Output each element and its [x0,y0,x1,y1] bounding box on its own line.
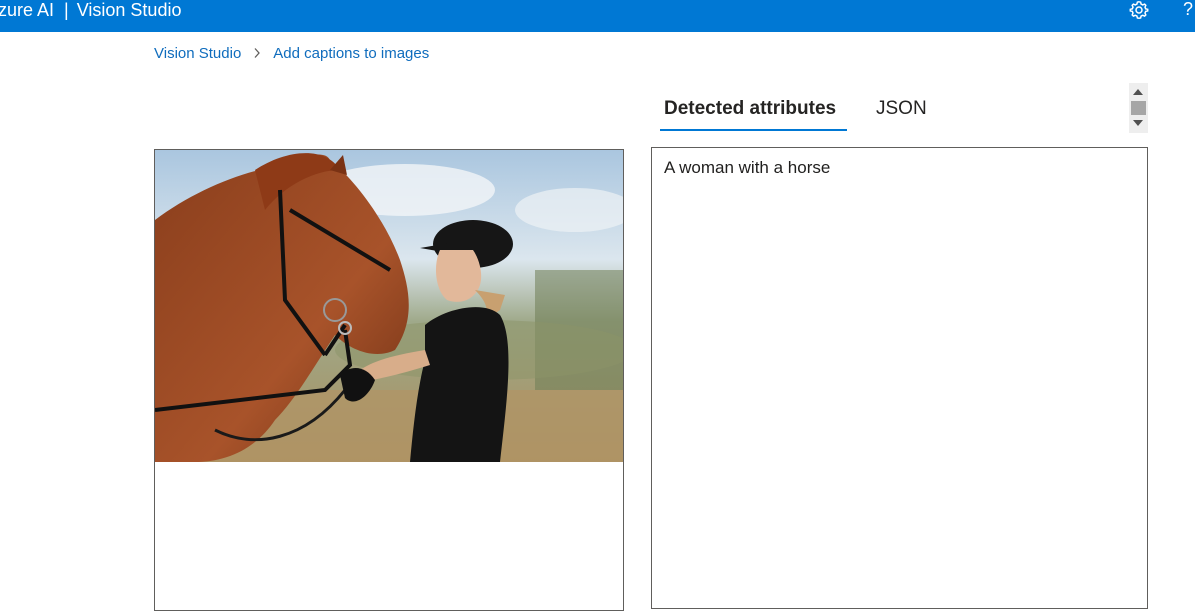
brand-name: zure AI [0,0,55,20]
image-preview-panel [154,149,624,611]
scrollbar-thumb[interactable] [1131,101,1146,115]
tab-detected-attributes[interactable]: Detected attributes [664,92,836,132]
app-brand: zure AI | Vision Studio [0,0,181,22]
chevron-right-icon [253,47,261,59]
breadcrumb-add-captions[interactable]: Add captions to images [273,45,429,62]
top-bar: zure AI | Vision Studio ? [0,0,1195,32]
caption-result-panel: A woman with a horse [651,147,1148,609]
uploaded-image [155,150,623,462]
caption-text: A woman with a horse [664,158,831,177]
active-tab-indicator [660,129,847,131]
brand-separator: | [64,0,69,20]
breadcrumb-vision-studio[interactable]: Vision Studio [154,45,241,62]
vertical-scrollbar[interactable] [1129,83,1148,133]
breadcrumb: Vision Studio Add captions to images [154,43,429,63]
help-button[interactable]: ? [1183,0,1193,20]
settings-button[interactable] [1128,0,1150,20]
scroll-up-arrow-icon[interactable] [1133,89,1143,95]
gear-icon [1129,1,1149,19]
product-name[interactable]: Vision Studio [77,0,182,20]
scroll-down-arrow-icon[interactable] [1133,120,1143,126]
tab-json[interactable]: JSON [876,92,927,132]
